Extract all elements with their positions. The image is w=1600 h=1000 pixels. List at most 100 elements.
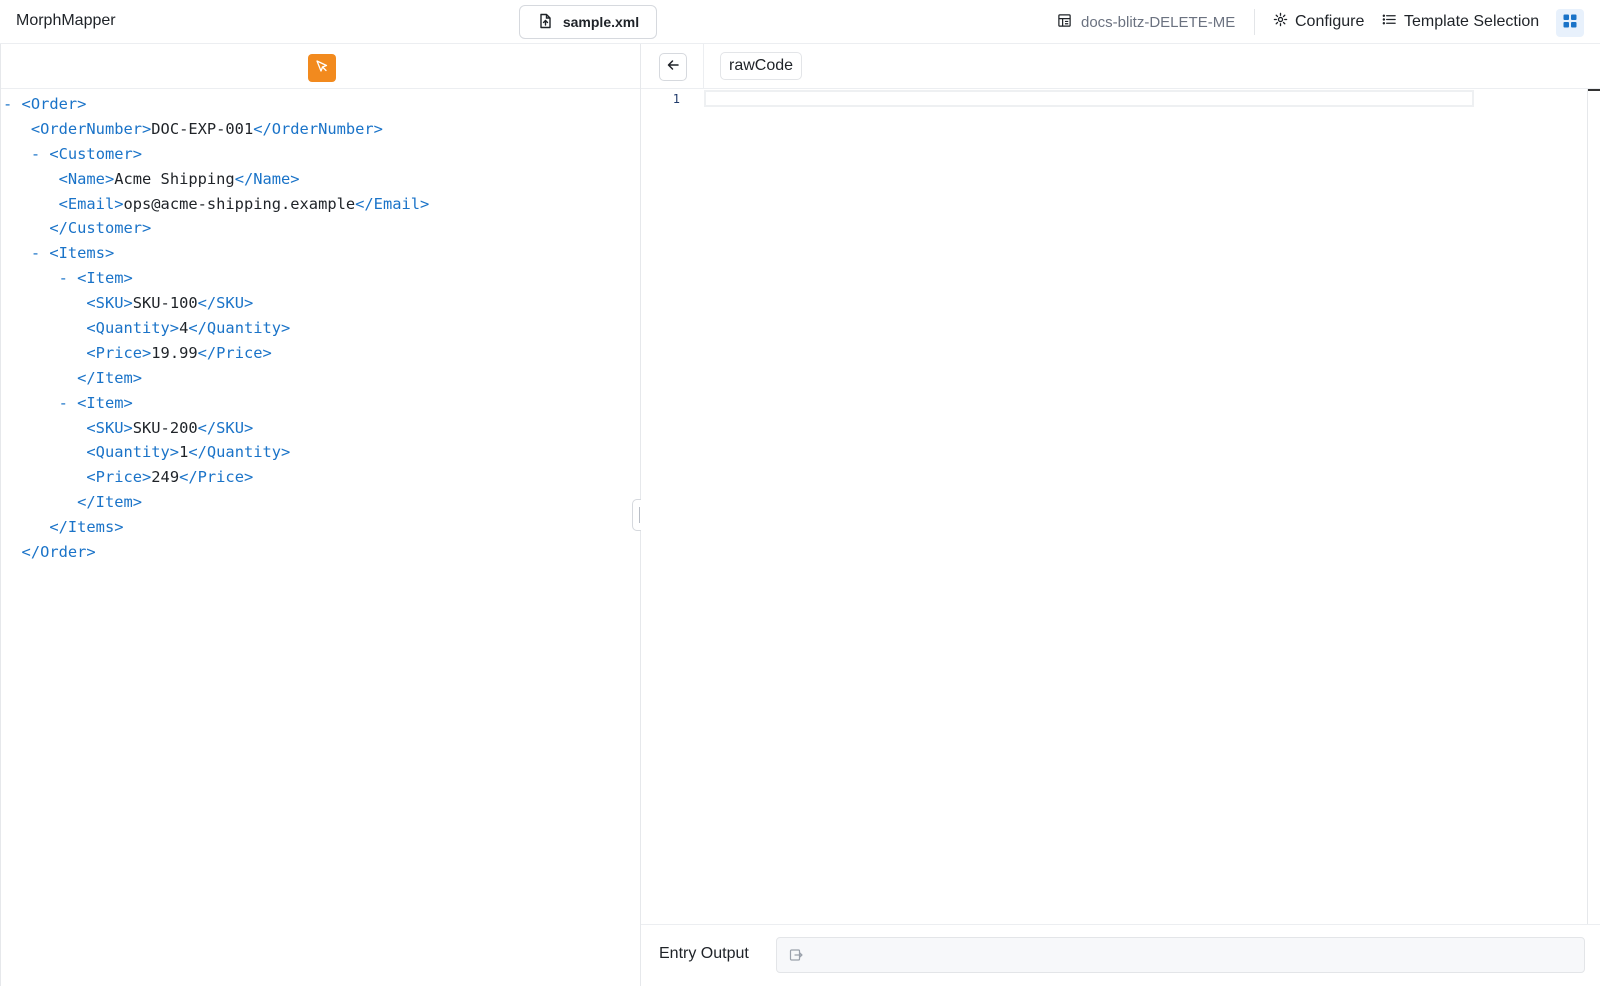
xml-tag: </Email> [355, 194, 430, 213]
xml-tag: <Items> [49, 244, 115, 263]
xml-tree-line[interactable]: <OrderNumber>DOC-EXP-001</OrderNumber> [3, 117, 429, 142]
xml-text: DOC-EXP-001 [151, 119, 254, 138]
select-tool-button[interactable] [308, 54, 336, 82]
xml-node-toggle[interactable]: - [31, 145, 50, 163]
xml-tag: </SKU> [197, 418, 254, 437]
xml-text [3, 419, 86, 437]
xml-text [3, 344, 86, 362]
xml-text [3, 319, 86, 337]
xml-tag: <Price> [86, 468, 152, 487]
arrow-left-icon [666, 58, 680, 77]
xml-tree-line[interactable]: <SKU>SKU-100</SKU> [3, 291, 429, 316]
file-upload-icon [537, 13, 553, 32]
xml-text [3, 244, 31, 262]
xml-tag: </Quantity> [188, 443, 291, 462]
xml-tree-line[interactable]: <Name>Acme Shipping</Name> [3, 167, 429, 192]
tab-rawcode[interactable]: rawCode [720, 52, 803, 80]
xml-text [3, 219, 49, 237]
xml-text: 4 [179, 319, 189, 338]
entry-output-field[interactable] [776, 937, 1585, 973]
xml-text [3, 294, 86, 312]
xml-tag: <Quantity> [86, 443, 180, 462]
project-name: docs-blitz-DELETE-ME [1081, 14, 1236, 31]
mapping-panel: rawCode 1 Entry Output [641, 44, 1600, 986]
xml-tag: </Customer> [49, 219, 152, 238]
xml-tree-line[interactable]: <Email>ops@acme-shipping.example</Email> [3, 192, 430, 217]
xml-node-toggle[interactable]: - [59, 269, 78, 287]
xml-text [3, 120, 31, 138]
editor-scrollbar[interactable] [1587, 89, 1588, 924]
xml-tree-line[interactable]: </Item> [3, 366, 429, 391]
xml-text: 1 [179, 443, 189, 462]
xml-tag: </SKU> [197, 294, 254, 313]
code-editor[interactable]: 1 [641, 89, 1587, 924]
xml-node-toggle[interactable]: - [3, 95, 22, 113]
list-icon [1382, 12, 1397, 32]
xml-tree-line[interactable]: - <Item> [3, 391, 429, 416]
configure-label: Configure [1295, 13, 1365, 30]
grid-layout-icon [1562, 13, 1578, 34]
xml-text: SKU-100 [132, 294, 198, 313]
xml-tag: </Quantity> [188, 319, 291, 338]
back-button[interactable] [659, 53, 687, 81]
xml-tag: <Customer> [49, 144, 143, 163]
xml-tag: </Items> [49, 518, 124, 537]
line-number: 1 [672, 92, 680, 106]
xml-text [3, 369, 77, 387]
xml-tree-line[interactable]: <Price>19.99</Price> [3, 341, 429, 366]
xml-text [3, 195, 59, 213]
xml-text [3, 394, 59, 412]
xml-tag: <Quantity> [86, 319, 180, 338]
xml-tag: </Order> [21, 543, 96, 562]
project-icon [1057, 13, 1072, 32]
xml-tag: </Price> [179, 468, 254, 487]
app-title: MorphMapper [16, 12, 116, 29]
xml-text [3, 269, 59, 287]
xml-tag: </Price> [197, 343, 272, 362]
file-name: sample.xml [562, 14, 640, 30]
xml-tag: <Item> [77, 269, 133, 288]
layout-toggle-button[interactable] [1556, 9, 1584, 37]
xml-text [3, 443, 86, 461]
xml-text: SKU-200 [132, 418, 198, 437]
xml-tag: <OrderNumber> [30, 119, 152, 138]
xml-tree-line[interactable]: </Items> [3, 515, 429, 540]
xml-tree-line[interactable]: </Item> [3, 490, 429, 515]
toolbar-divider [703, 44, 704, 89]
xml-tag: <Price> [86, 343, 152, 362]
source-toolbar [1, 44, 640, 89]
xml-tag: <Order> [21, 95, 87, 113]
xml-tree-line[interactable]: - <Order> [3, 92, 429, 117]
editor-toolbar: rawCode [641, 44, 1600, 89]
configure-button[interactable]: Configure [1273, 12, 1364, 32]
xml-text [3, 145, 31, 163]
project-selector[interactable]: docs-blitz-DELETE-ME [1057, 13, 1235, 32]
xml-tree-line[interactable]: <Quantity>4</Quantity> [3, 316, 429, 341]
xml-tree-line[interactable]: </Customer> [3, 216, 429, 241]
template-selection-label: Template Selection [1404, 13, 1540, 30]
editor-current-line[interactable] [704, 90, 1474, 107]
file-upload-button[interactable]: sample.xml [519, 5, 657, 39]
xml-tree-line[interactable]: <SKU>SKU-200</SKU> [3, 416, 429, 441]
xml-tree-line[interactable]: <Price>249</Price> [3, 465, 429, 490]
top-bar: MorphMapper sample.xml docs-blitz-DELETE… [0, 0, 1600, 44]
xml-tree-line[interactable]: </Order> [3, 540, 429, 565]
xml-tree-line[interactable]: <Quantity>1</Quantity> [3, 440, 429, 465]
xml-tag: <SKU> [86, 294, 133, 313]
source-panel: - <Order> <OrderNumber>DOC-EXP-001</Orde… [0, 44, 641, 986]
gear-icon [1273, 12, 1288, 32]
xml-tree-line[interactable]: - <Item> [3, 266, 429, 291]
xml-tree: - <Order> <OrderNumber>DOC-EXP-001</Orde… [3, 92, 429, 565]
xml-text: 249 [151, 468, 180, 487]
output-field-icon [789, 948, 803, 962]
xml-tree-line[interactable]: - <Customer> [3, 142, 429, 167]
xml-node-toggle[interactable]: - [59, 394, 78, 412]
cursor-select-icon [315, 59, 329, 78]
xml-text: Acme Shipping [114, 169, 235, 188]
template-selection-button[interactable]: Template Selection [1382, 12, 1539, 32]
xml-text [3, 170, 59, 188]
xml-text: 19.99 [151, 343, 198, 362]
xml-tree-line[interactable]: - <Items> [3, 241, 429, 266]
xml-tag: </Item> [77, 493, 143, 512]
xml-node-toggle[interactable]: - [31, 244, 50, 262]
